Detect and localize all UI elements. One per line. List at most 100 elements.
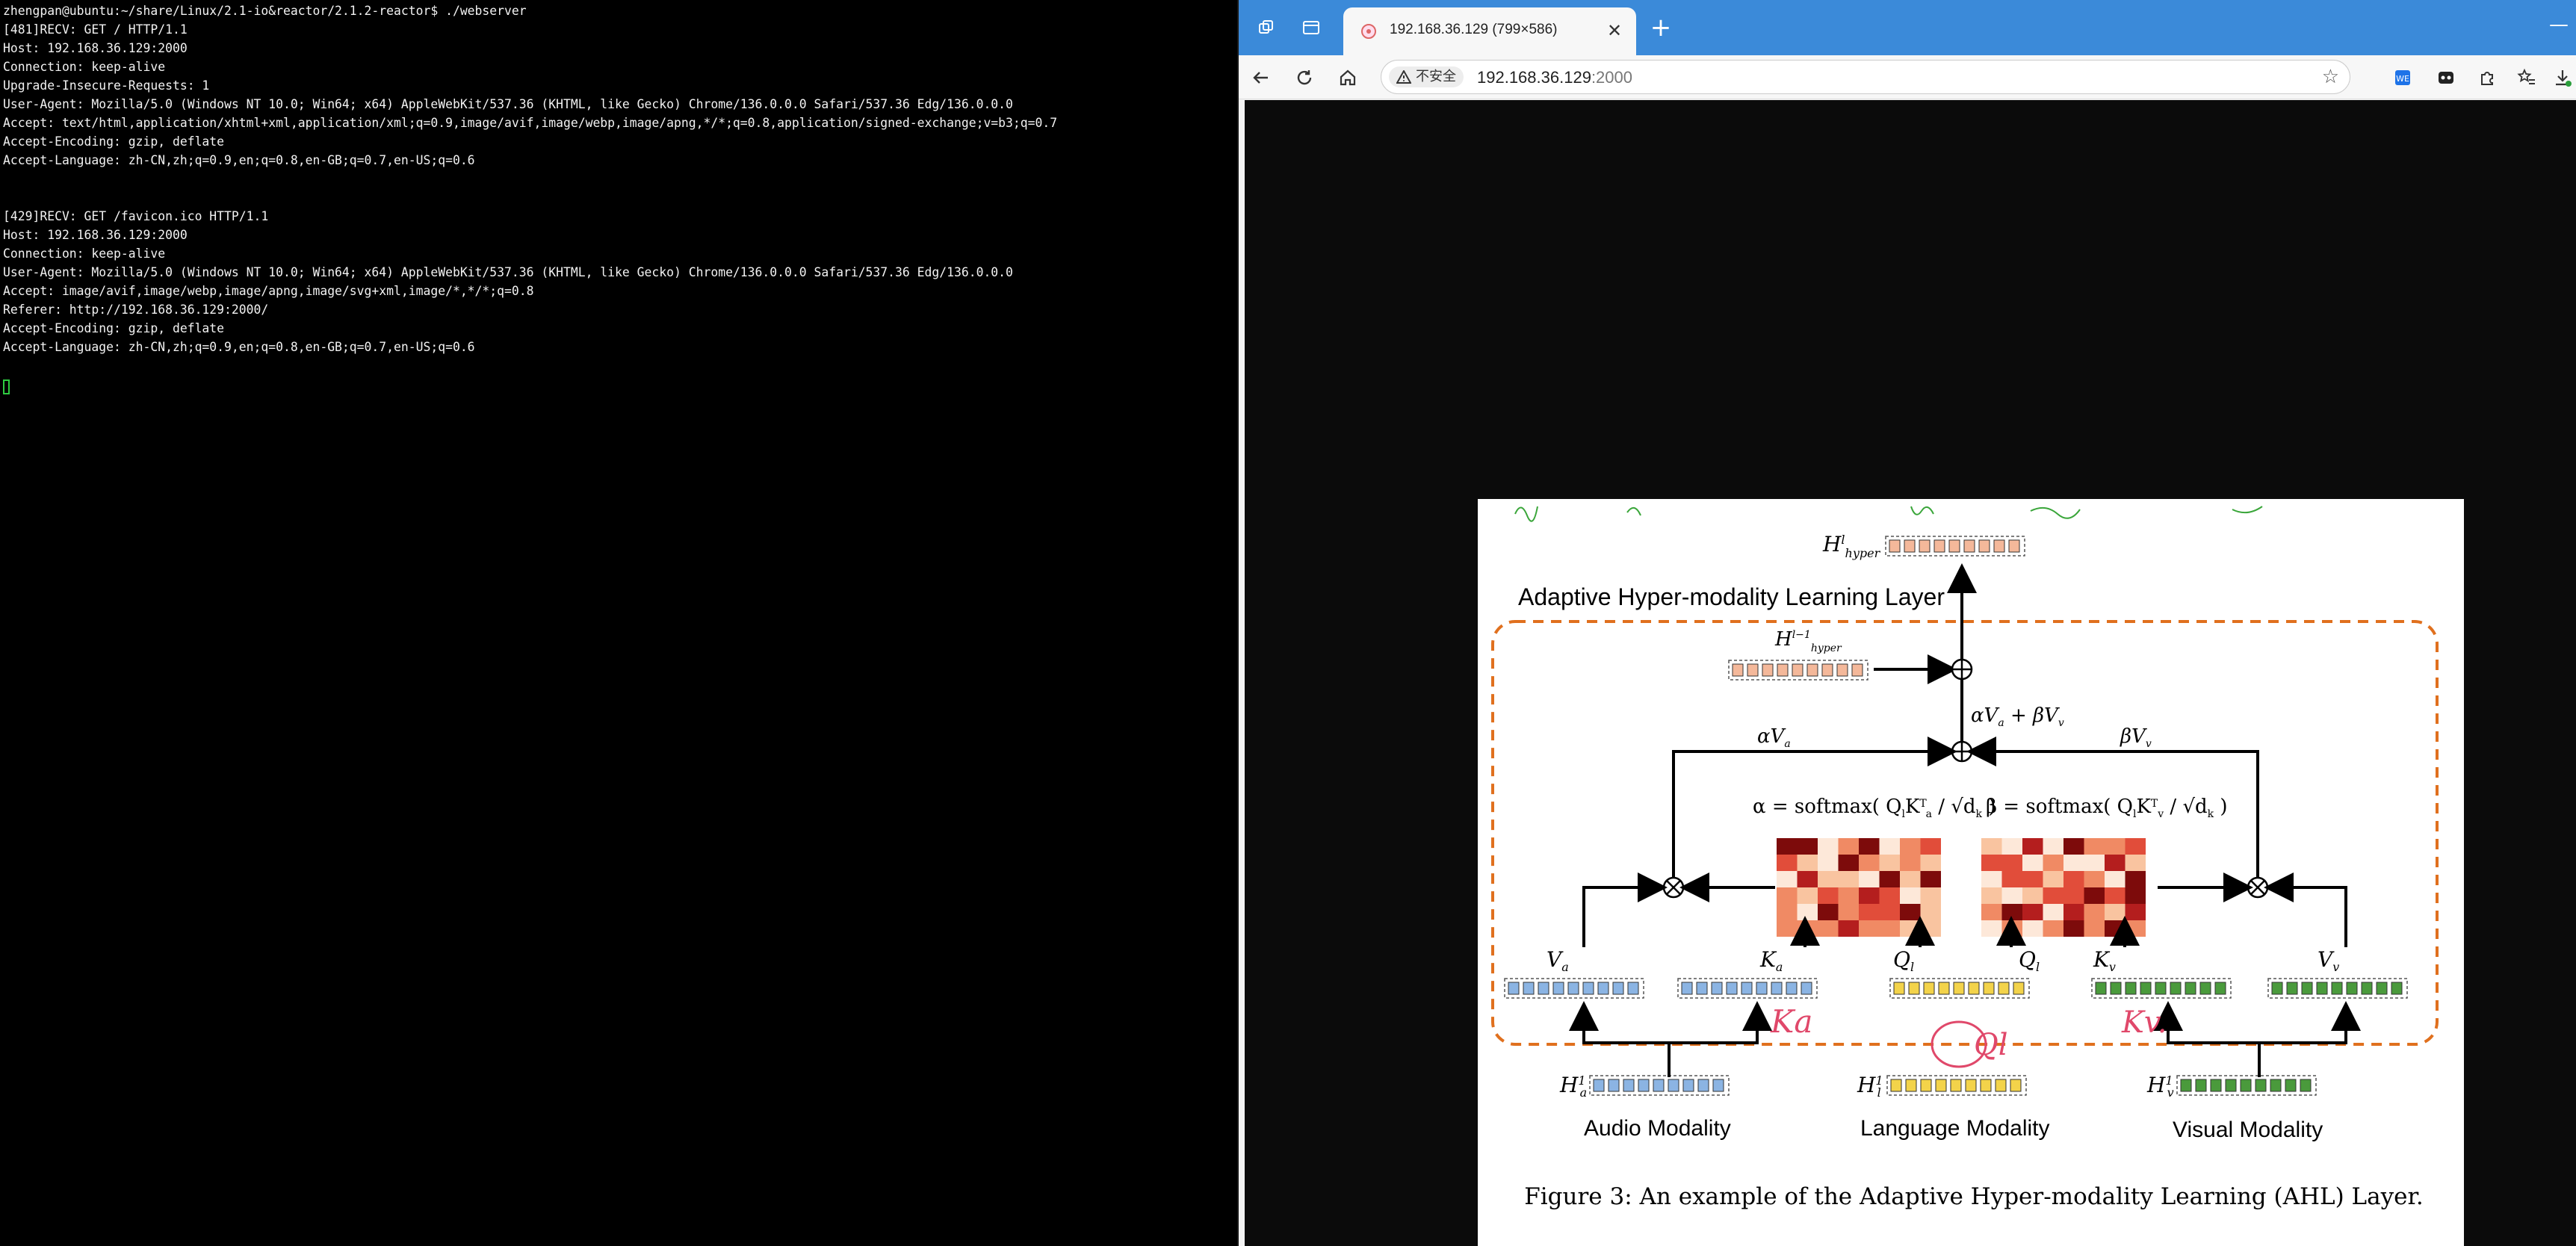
token-cell	[1801, 982, 1812, 995]
heatmap-cell	[2105, 904, 2125, 920]
token-cell	[1627, 982, 1639, 995]
token-cell	[2270, 1079, 2282, 1092]
audio-modality-label: Audio Modality	[1584, 1116, 1731, 1141]
token-cell	[1538, 982, 1549, 995]
terminal-line: Connection: keep-alive	[3, 247, 166, 261]
green-handwriting	[1514, 506, 2263, 522]
home-icon[interactable]	[1333, 63, 1363, 93]
heatmap-cell	[1859, 887, 1880, 904]
security-warning-badge[interactable]: 不安全	[1389, 66, 1464, 87]
heatmap-cell	[2125, 887, 2146, 904]
address-bar[interactable]: 不安全 192.168.36.129:2000 ☆	[1381, 60, 2350, 94]
token-cell	[1978, 539, 1990, 553]
heatmap-cell	[2063, 871, 2084, 887]
token-cell	[2125, 982, 2137, 995]
h-hyper-prev-label: Hl−1hyper	[1774, 628, 1842, 654]
token-cell	[1935, 1079, 1947, 1092]
minimize-icon[interactable]: —	[2549, 13, 2572, 36]
attention-heatmap-beta	[1981, 838, 2146, 937]
extension-icon[interactable]: WE	[2388, 63, 2418, 93]
heatmap-cell	[1879, 887, 1900, 904]
heatmap-cell	[1797, 920, 1818, 937]
heatmap-cell	[1859, 855, 1880, 871]
security-label: 不安全	[1416, 69, 1456, 84]
token-cell	[1905, 1079, 1917, 1092]
figure-image: Hlhyper Adaptive Hyper-modality Learning…	[1478, 499, 2464, 1246]
token-cell	[1953, 982, 1965, 995]
downloads-icon[interactable]	[2548, 63, 2576, 93]
token-row-hyper-output	[1885, 536, 2025, 557]
svg-text:WE: WE	[2396, 74, 2409, 84]
terminal-line: Upgrade-Insecure-Requests: 1	[3, 78, 210, 93]
token-cell	[1696, 982, 1708, 995]
token-cell	[1762, 663, 1774, 677]
heatmap-cell	[2105, 871, 2125, 887]
token-cell	[1623, 1079, 1635, 1092]
extensions-puzzle-icon[interactable]	[2473, 63, 2503, 93]
heatmap-cell	[1797, 855, 1818, 871]
heatmap-cell	[2063, 838, 2084, 855]
token-cell	[1889, 539, 1901, 553]
handwritten-ql: Ql	[1974, 1028, 2008, 1062]
heatmap-cell	[1879, 920, 1900, 937]
token-cell	[1523, 982, 1535, 995]
heatmap-cell	[1859, 871, 1880, 887]
page-viewport[interactable]: Hlhyper Adaptive Hyper-modality Learning…	[1245, 100, 2576, 1246]
token-cell	[2195, 1079, 2207, 1092]
token-cell	[2300, 1079, 2312, 1092]
favorites-icon[interactable]	[2512, 63, 2542, 93]
heatmap-cell	[1981, 920, 2002, 937]
heatmap-cell	[1838, 920, 1859, 937]
ka-label: Ka	[1759, 947, 1783, 974]
plus-node-mid	[1951, 740, 1973, 763]
refresh-icon[interactable]	[1289, 63, 1319, 93]
terminal-line: Host: 192.168.36.129:2000	[3, 41, 188, 55]
token-cell	[1681, 982, 1693, 995]
token-cell	[1904, 539, 1916, 553]
token-cell	[1741, 982, 1753, 995]
visual-fork-right	[2259, 1001, 2361, 1044]
token-row-h-audio	[1589, 1075, 1730, 1096]
mask-extension-icon[interactable]	[2431, 63, 2461, 93]
tab-active[interactable]: 192.168.36.129 (799×586) ✕	[1343, 7, 1636, 55]
heatmap-cell	[1777, 887, 1798, 904]
token-cell	[2170, 982, 2182, 995]
heatmap-cell	[1879, 838, 1900, 855]
heatmap-cell	[2022, 838, 2043, 855]
new-tab-button[interactable]: +	[1646, 13, 1676, 43]
heatmap-cell	[1818, 887, 1839, 904]
ql-label-right: Ql	[2019, 947, 2040, 974]
token-cell	[1682, 1079, 1694, 1092]
heatmap-cell	[2084, 887, 2105, 904]
heatmap-cell	[1777, 855, 1798, 871]
workspaces-icon[interactable]	[1254, 15, 1279, 40]
token-cell	[1933, 539, 1945, 553]
token-cell	[1567, 982, 1579, 995]
token-cell	[2286, 982, 2298, 995]
heatmap-cell	[1838, 887, 1859, 904]
heatmap-cell	[2084, 920, 2105, 937]
terminal-window[interactable]: zhengpan@ubuntu:~/share/Linux/2.1-io&rea…	[0, 0, 1237, 1246]
heatmap-cell	[2043, 871, 2063, 887]
terminal-line: Accept: text/html,application/xhtml+xml,…	[3, 116, 1058, 130]
token-cell	[1792, 663, 1803, 677]
favorite-star-icon[interactable]: ☆	[2322, 66, 2339, 87]
url-host: 192.168.36.129	[1477, 68, 1591, 87]
tab-strip: 192.168.36.129 (799×586) ✕ + —	[1239, 0, 2576, 55]
url-text[interactable]: 192.168.36.129:2000	[1477, 68, 1632, 87]
token-cell	[1980, 1079, 1992, 1092]
heatmap-cell	[1981, 904, 2002, 920]
token-cell	[1638, 1079, 1650, 1092]
token-cell	[1771, 982, 1783, 995]
heatmap-cell	[1900, 838, 1921, 855]
token-row-h-visual	[2176, 1075, 2317, 1096]
tab-actions-icon[interactable]	[1298, 15, 1324, 40]
back-icon[interactable]	[1246, 63, 1276, 93]
token-cell	[1777, 663, 1789, 677]
layer-title: Adaptive Hyper-modality Learning Layer	[1518, 583, 1945, 610]
tab-close-icon[interactable]: ✕	[1603, 19, 1626, 42]
beta-equation: β = softmax( QlKTv / √dk )	[1986, 796, 2228, 820]
token-cell	[2013, 982, 2025, 995]
